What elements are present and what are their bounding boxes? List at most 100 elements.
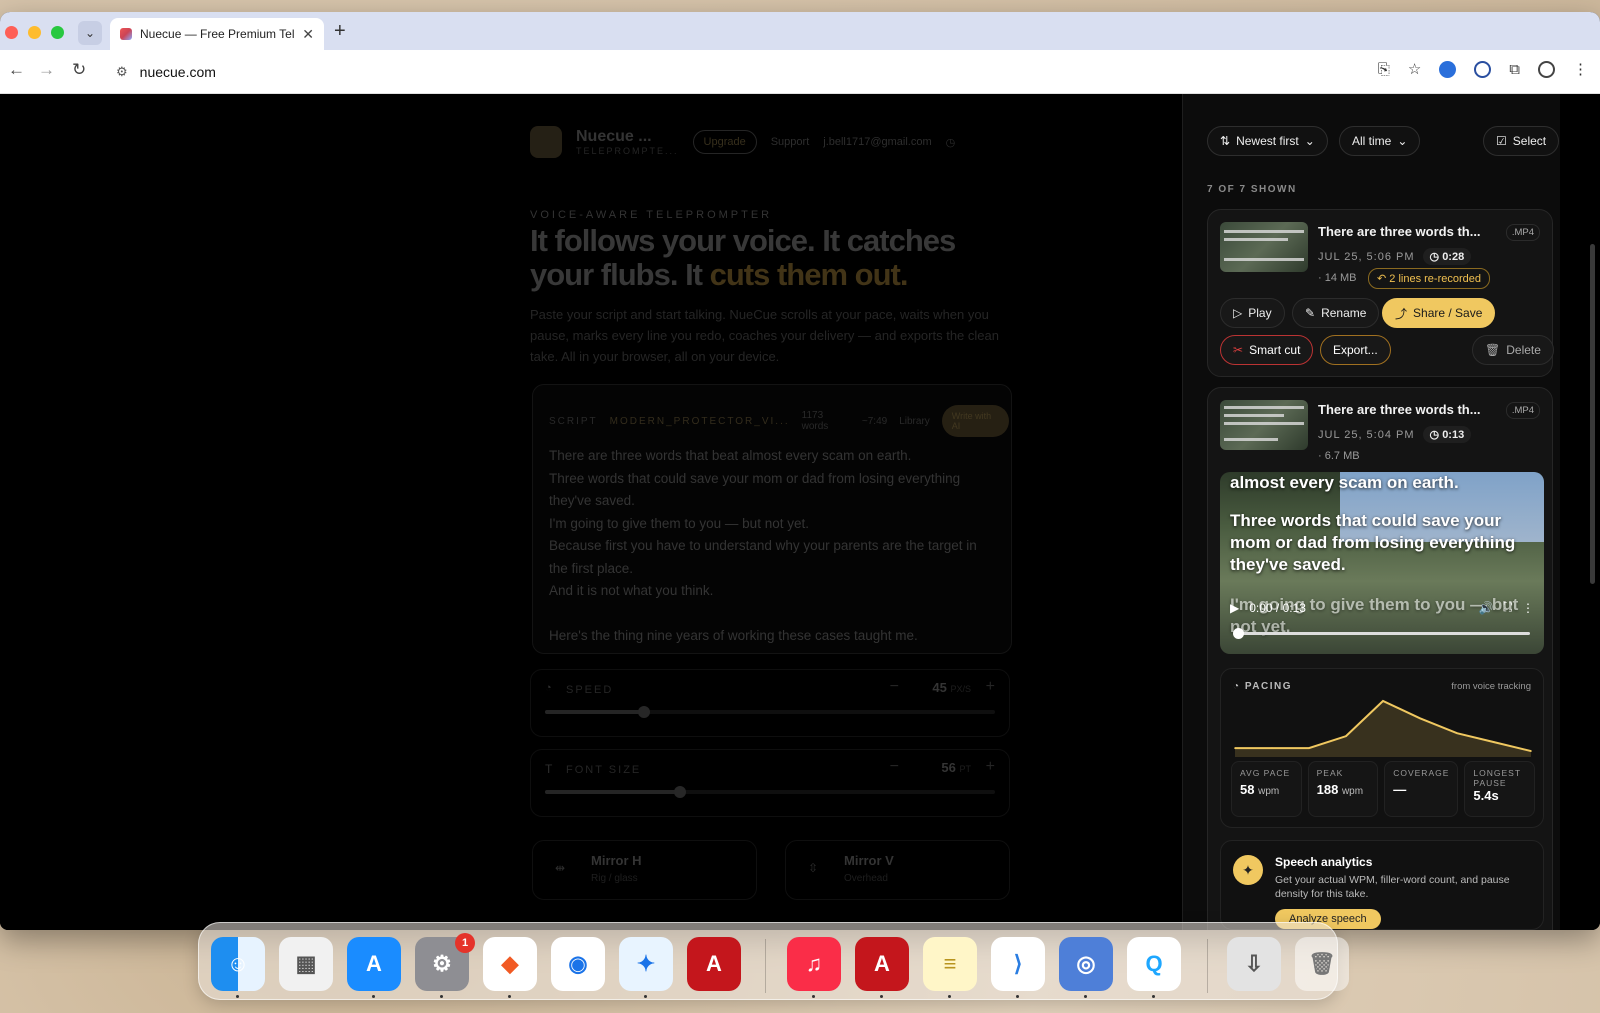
profile-avatar-icon[interactable] [1538, 60, 1555, 78]
browser-toolbar: ← → ↻ ⚙ nuecue.com ⎘ ☆ ⧉ ⋮ [0, 50, 1600, 94]
password-manager-icon[interactable] [1474, 60, 1492, 78]
script-line: Three words that could save your mom or … [549, 470, 961, 509]
stat-number: 188 [1316, 782, 1339, 797]
safari-icon[interactable]: ✦ [619, 937, 673, 991]
running-dot [880, 995, 883, 998]
volume-icon[interactable]: 🔊 [1479, 601, 1494, 615]
close-window-button[interactable] [5, 26, 18, 39]
stat-unit: wpm [1258, 786, 1280, 797]
play-button[interactable]: ▷ Play [1220, 298, 1285, 328]
brand-sub: TELEPROMPTE... [576, 146, 679, 156]
select-button[interactable]: ☑ Select [1483, 126, 1560, 156]
site-info-icon[interactable]: ⚙ [116, 64, 128, 80]
write-ai-button[interactable]: Write with AI [941, 405, 1009, 437]
acrobat-icon[interactable]: A [687, 937, 741, 991]
pacing-stats: AVG PACE 58 wpm PEAK 188 wpm COVERAGE — LON… [1231, 761, 1536, 817]
video-seek-thumb[interactable] [1233, 628, 1245, 639]
video-more-icon[interactable]: ⋮ [1522, 601, 1534, 615]
mirror-h-toggle[interactable]: ⇹ Mirror H Rig / glass [532, 840, 757, 900]
video-time: 0:00 / 0:13 [1249, 600, 1306, 615]
video-player[interactable]: almost every scam on earth. Three words … [1220, 472, 1544, 654]
extensions-puzzle-icon[interactable]: ⧉ [1509, 61, 1520, 78]
minimize-window-button[interactable] [28, 26, 41, 39]
speed-increase[interactable]: + [986, 678, 995, 696]
chevron-down-icon: ⌄ [1397, 134, 1408, 148]
video-controls: ▶ 0:00 / 0:13 🔊 ⛶ ⋮ [1230, 600, 1534, 615]
pacing-title-text: PACING [1244, 681, 1292, 692]
recording-size: · 14 MB [1318, 272, 1357, 284]
script-name[interactable]: MODERN_PROTECTOR_VI... [610, 416, 790, 427]
word-count: 1173 words [801, 410, 829, 432]
quicktime-icon[interactable]: Q [1127, 937, 1181, 991]
panel-scrollbar[interactable] [1590, 244, 1595, 584]
speed-label: SPEED [566, 684, 614, 696]
speed-slider-thumb[interactable] [638, 706, 650, 718]
stat-label: AVG PACE [1240, 768, 1291, 778]
hero-headline: It follows your voice. It catches your f… [530, 224, 1010, 292]
finder-alt-icon[interactable]: ◎ [1059, 937, 1113, 991]
recording-thumbnail[interactable] [1220, 222, 1308, 272]
account-email[interactable]: j.bell1717@gmail.com [823, 136, 931, 148]
vscode-icon[interactable]: ⟩ [991, 937, 1045, 991]
mirror-v-toggle[interactable]: ⇳ Mirror V Overhead [785, 840, 1010, 900]
stat-avg-pace: AVG PACE 58 wpm [1231, 761, 1302, 817]
library-button[interactable]: Library [899, 416, 930, 427]
speech-desc: Get your actual WPM, filler-word count, … [1275, 874, 1510, 900]
new-tab-button[interactable]: + [334, 20, 346, 43]
stat-value: 58 wpm [1240, 782, 1293, 797]
extension-blue-icon[interactable] [1439, 60, 1457, 78]
menu-kebab-icon[interactable]: ⋮ [1573, 60, 1588, 78]
launchpad-icon[interactable]: ▦ [279, 937, 333, 991]
close-tab-icon[interactable]: ✕ [302, 26, 314, 43]
music-icon[interactable]: ♫ [787, 937, 841, 991]
range-dropdown[interactable]: All time ⌄ [1339, 126, 1421, 156]
font-size-label: FONT SIZE [566, 764, 642, 776]
play-icon: ▷ [1233, 306, 1243, 320]
script-text[interactable]: There are three words that beat almost e… [549, 445, 989, 647]
sort-dropdown[interactable]: ⇅ Newest first ⌄ [1207, 126, 1328, 156]
downloads-icon[interactable]: ⇩ [1227, 937, 1281, 991]
chrome-icon[interactable]: ◉ [551, 937, 605, 991]
smart-cut-button[interactable]: ✂ Smart cut [1220, 335, 1314, 365]
install-app-icon[interactable]: ⎘ [1378, 61, 1390, 78]
system-settings-icon[interactable]: ⚙ 1 [415, 933, 475, 991]
rename-button[interactable]: ✎ Rename [1292, 298, 1380, 328]
history-icon[interactable]: ◷ [946, 136, 956, 149]
acrobat-reader-icon[interactable]: A [855, 937, 909, 991]
speed-decrease[interactable]: − [890, 678, 899, 696]
font-size-decrease[interactable]: − [890, 758, 899, 776]
video-seek-bar[interactable] [1233, 628, 1530, 639]
recording-thumbnail[interactable] [1220, 400, 1308, 450]
share-save-button[interactable]: ⤴ Share / Save [1382, 298, 1496, 328]
font-size-slider-track[interactable] [545, 786, 995, 798]
stat-number: 58 [1240, 782, 1255, 797]
mirror-v-label: Mirror V [844, 853, 894, 868]
speed-slider-track[interactable] [545, 706, 995, 718]
font-size-increase[interactable]: + [986, 758, 995, 776]
recording-date: JUL 25, 5:04 PM [1318, 428, 1415, 441]
zoom-window-button[interactable] [51, 26, 64, 39]
app-store-icon[interactable]: A [347, 937, 401, 991]
upgrade-button[interactable]: Upgrade [692, 130, 757, 154]
delete-button[interactable]: 🗑 Delete [1472, 335, 1554, 365]
bookmark-star-icon[interactable]: ☆ [1408, 60, 1421, 78]
forward-icon[interactable]: → [38, 60, 55, 80]
tab-search-icon[interactable]: ⌄ [78, 21, 102, 45]
notification-badge: 1 [455, 933, 475, 953]
back-icon[interactable]: ← [8, 60, 25, 80]
video-play-icon[interactable]: ▶ [1230, 601, 1239, 615]
brave-icon[interactable]: ◆ [483, 937, 537, 991]
tab-nuecue[interactable]: Nuecue — Free Premium Tele ✕ [110, 18, 324, 50]
fullscreen-icon[interactable]: ⛶ [1504, 600, 1512, 615]
support-link[interactable]: Support [771, 136, 810, 148]
pacing-source: from voice tracking [1451, 681, 1531, 692]
share-label: Share / Save [1413, 306, 1483, 320]
video-caption: almost every scam on earth. [1230, 473, 1459, 492]
reload-icon[interactable]: ↻ [72, 60, 86, 80]
notes-icon[interactable]: ≡ [923, 937, 977, 991]
export-button[interactable]: Export... [1320, 335, 1391, 365]
trash-icon[interactable]: 🗑 [1295, 937, 1349, 991]
finder-icon[interactable]: ☺ [211, 937, 265, 991]
address-bar[interactable]: ⚙ nuecue.com [106, 56, 1296, 88]
font-size-slider-thumb[interactable] [674, 786, 686, 798]
